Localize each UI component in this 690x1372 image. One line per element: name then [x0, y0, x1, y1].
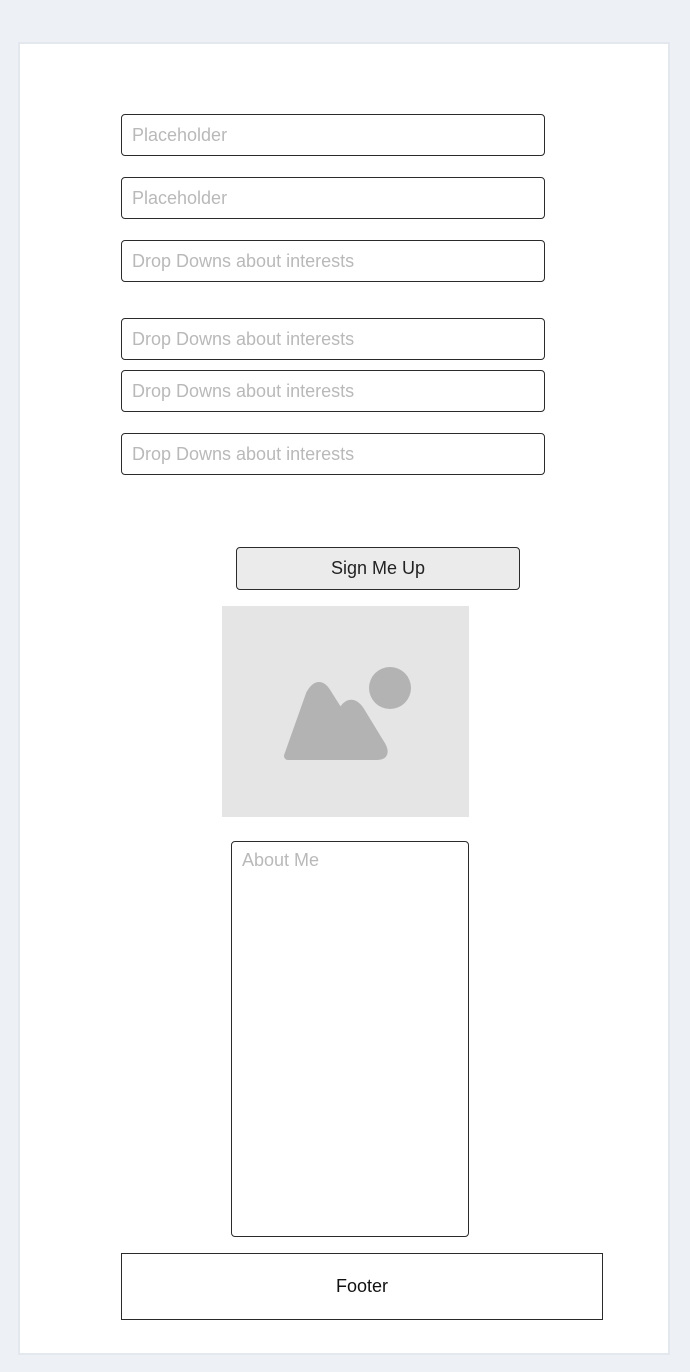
interests-dropdown-1[interactable] — [121, 240, 545, 282]
about-me-textarea[interactable] — [231, 841, 469, 1237]
text-input-1[interactable] — [121, 114, 545, 156]
footer: Footer — [121, 1253, 603, 1320]
footer-label: Footer — [335, 1276, 389, 1296]
interests-dropdown-4[interactable] — [121, 433, 545, 475]
sign-me-up-button[interactable]: Sign Me Up — [236, 547, 520, 590]
interests-dropdown-3[interactable] — [121, 370, 545, 412]
image-placeholder-icon — [284, 667, 411, 760]
image-placeholder — [222, 606, 469, 817]
text-input-2[interactable] — [121, 177, 545, 219]
interests-dropdown-2[interactable] — [121, 318, 545, 360]
